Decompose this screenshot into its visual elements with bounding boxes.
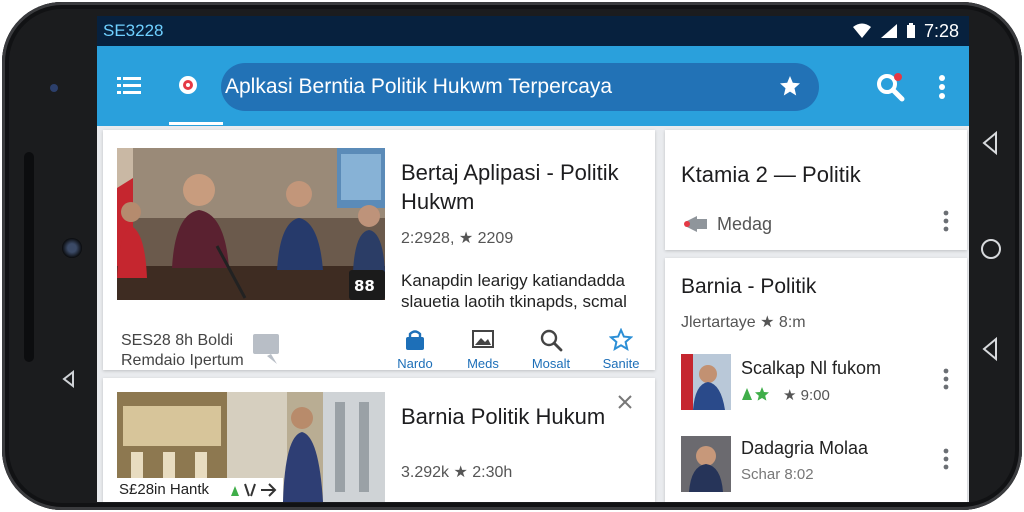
status-bar: SE3228 7:28 <box>97 16 969 46</box>
active-tab-indicator <box>169 122 223 125</box>
menu-icon[interactable] <box>117 76 141 96</box>
bottom-footer-text: S£28in Hantk <box>119 481 210 498</box>
more-vert-icon[interactable] <box>943 448 949 470</box>
bullhorn-icon <box>684 216 707 232</box>
bag-icon <box>406 330 424 350</box>
clock: 7:28 <box>923 20 959 41</box>
list-item-title: Dadagria Molaa <box>741 438 869 458</box>
signal-icon <box>880 24 897 38</box>
action-nardo[interactable]: Nardo <box>385 328 445 371</box>
list-item-thumbnail <box>681 436 731 492</box>
action-meds[interactable]: Meds <box>453 328 513 371</box>
image-icon <box>472 330 494 348</box>
back-button-left[interactable] <box>60 370 78 388</box>
featured-article-snippet: Kanapdin learigy katiandadda slauetia la… <box>401 271 627 311</box>
star-icon <box>609 328 633 352</box>
featured-footer-line2: Remdaio Ipertum <box>121 352 244 369</box>
recents-icon[interactable] <box>978 336 1004 362</box>
app-bar: Aplkasi Berntia Politik Hukwm Terpercaya <box>97 46 969 126</box>
featured-footer-line1: SES28 8h Boldi <box>121 332 234 349</box>
list-item[interactable]: Dadagria Molaa Schar 8:02 <box>665 428 967 502</box>
photo-badge: 88 <box>354 277 375 295</box>
list-item[interactable]: Scalkap Nl fukom ★ 9:00 <box>665 346 967 420</box>
list-item-meta: Schar 8:02 <box>741 466 814 483</box>
more-vert-icon[interactable] <box>943 210 949 232</box>
list-item-thumbnail <box>681 354 731 410</box>
featured-article-photo: 88 <box>117 148 385 300</box>
search-icon[interactable] <box>875 72 905 102</box>
featured-article-title: Bertaj Aplipasi - Politik Hukwm <box>401 160 619 214</box>
side-list-meta: Jlertartaye ★ 8:m <box>681 314 806 331</box>
wifi-icon <box>852 23 871 38</box>
speaker-grille <box>24 152 34 362</box>
share-icons[interactable] <box>229 482 279 498</box>
close-icon[interactable] <box>617 394 633 410</box>
list-item-meta: ★ 9:00 <box>783 387 830 404</box>
back-icon[interactable] <box>978 130 1004 156</box>
search-text: Aplkasi Berntia Politik Hukwm Terpercaya <box>225 75 613 98</box>
more-vert-icon[interactable] <box>943 368 949 390</box>
home-icon[interactable] <box>978 236 1004 262</box>
action-mosalt[interactable]: Mosalt <box>521 328 581 371</box>
search-icon <box>540 329 563 352</box>
side-list-title: Barnia - Politik <box>681 275 817 298</box>
action-sanite[interactable]: Sanite <box>591 328 651 371</box>
featured-article-card[interactable]: 88 Bertaj Aplipasi - Politik Hukwm 2:292… <box>103 130 655 371</box>
front-camera <box>62 238 82 258</box>
side-top-card[interactable]: Ktamia 2 — Politik Medag <box>665 130 967 250</box>
status-icons: 7:28 <box>852 21 959 42</box>
rating-icon <box>742 387 769 401</box>
side-top-title: Ktamia 2 — Politik <box>681 162 861 187</box>
screen: SE3228 7:28 Aplkasi Berntia Politik Hukw… <box>97 16 969 502</box>
battery-icon <box>906 23 915 38</box>
featured-article-meta: 2:2928, ★ 2209 <box>401 230 514 247</box>
second-article-meta: 3.292k ★ 2:30h <box>401 464 513 481</box>
bookmark-star-icon[interactable] <box>779 75 801 97</box>
app-logo-icon[interactable] <box>177 74 199 96</box>
system-nav-bar <box>968 112 1014 402</box>
more-vert-icon[interactable] <box>937 74 947 100</box>
carrier-label: SE3228 <box>103 21 164 40</box>
second-article-title: Barnia Politik Hukum <box>401 404 606 429</box>
bottom-footer-strip: S£28in Hantk <box>103 478 283 502</box>
search-bar[interactable]: Aplkasi Berntia Politik Hukwm Terpercaya <box>221 63 819 111</box>
phone-frame: SE3228 7:28 Aplkasi Berntia Politik Hukw… <box>2 2 1022 510</box>
comment-icon[interactable] <box>251 332 281 368</box>
list-item-title: Scalkap Nl fukom <box>741 358 882 378</box>
sensor-dot <box>50 84 58 92</box>
side-list-card: Barnia - Politik Jlertartaye ★ 8:m Scalk… <box>665 258 967 502</box>
side-top-source: Medag <box>717 214 773 234</box>
